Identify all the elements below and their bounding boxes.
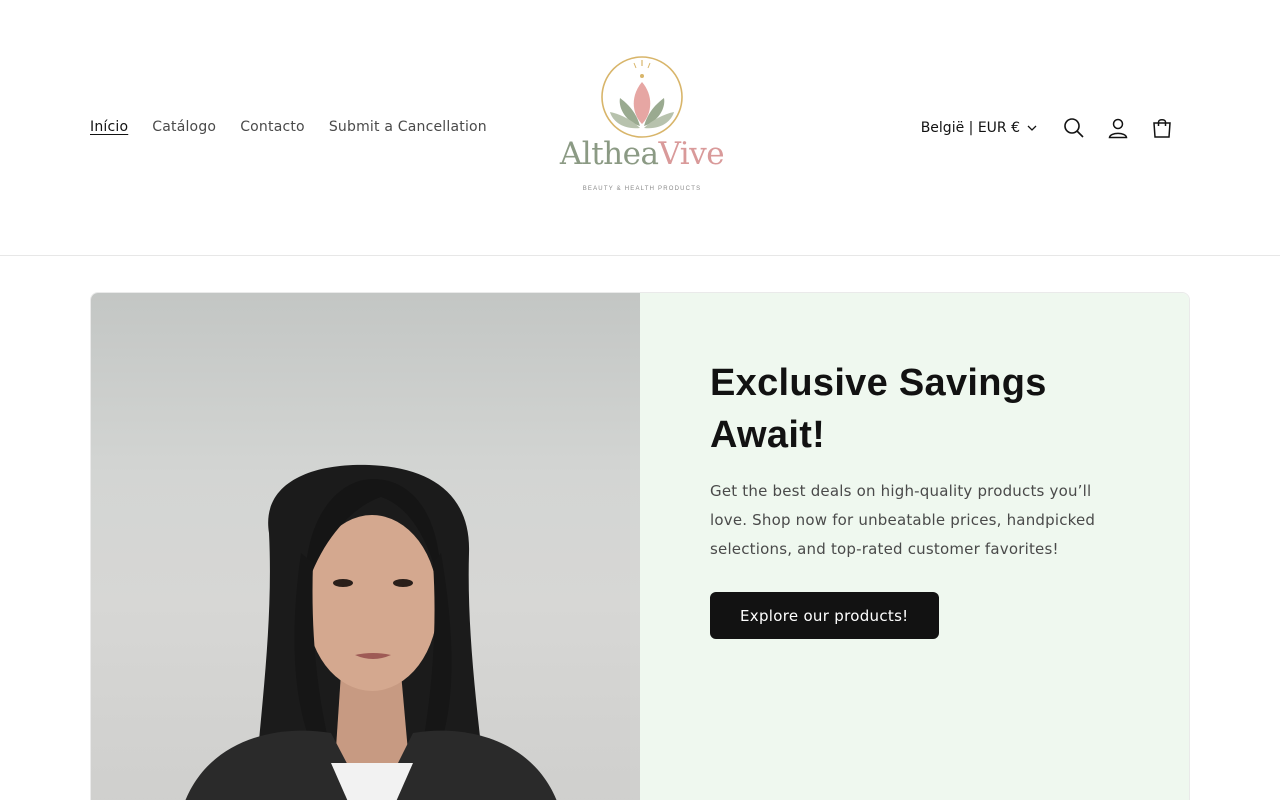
explore-products-button[interactable]: Explore our products! xyxy=(710,592,939,639)
logo-tagline: BEAUTY & HEALTH PRODUCTS xyxy=(582,186,702,192)
cart-icon xyxy=(1153,119,1171,138)
logo-name-part2: Vive xyxy=(658,136,725,172)
cart-button[interactable] xyxy=(1140,112,1184,144)
hero-image xyxy=(91,293,640,800)
account-icon xyxy=(1108,118,1128,139)
search-icon xyxy=(1064,118,1084,138)
hero-banner: Exclusive Savings Await! Get the best de… xyxy=(90,292,1190,800)
lotus-emblem-icon xyxy=(601,56,683,138)
hero-heading: Exclusive Savings Await! xyxy=(710,362,1047,456)
site-header: Início Catálogo Contacto Submit a Cancel… xyxy=(0,0,1280,256)
site-logo[interactable]: AltheaVive BEAUTY & HEALTH PRODUCTS xyxy=(556,52,728,198)
logo-name-part1: Althea xyxy=(559,136,659,172)
account-button[interactable] xyxy=(1096,112,1140,144)
search-button[interactable] xyxy=(1052,112,1096,144)
nav-item-inicio[interactable]: Início xyxy=(90,116,128,138)
hero-description: Get the best deals on high-quality produ… xyxy=(710,482,1096,558)
nav-item-catalogo[interactable]: Catálogo xyxy=(152,116,216,138)
header-utilities: België | EUR € xyxy=(921,112,1184,144)
chevron-down-icon xyxy=(1027,125,1037,131)
woman-portrait-image xyxy=(185,464,557,800)
nav-item-contacto[interactable]: Contacto xyxy=(240,116,305,138)
locale-selector[interactable]: België | EUR € xyxy=(921,120,1038,136)
nav-item-submit-cancellation[interactable]: Submit a Cancellation xyxy=(329,116,487,138)
hero-content: Exclusive Savings Await! Get the best de… xyxy=(640,293,1189,800)
main-nav: Início Catálogo Contacto Submit a Cancel… xyxy=(90,116,487,138)
locale-label: België | EUR € xyxy=(920,120,1020,136)
logo-wordmark: AltheaVive xyxy=(556,136,728,172)
